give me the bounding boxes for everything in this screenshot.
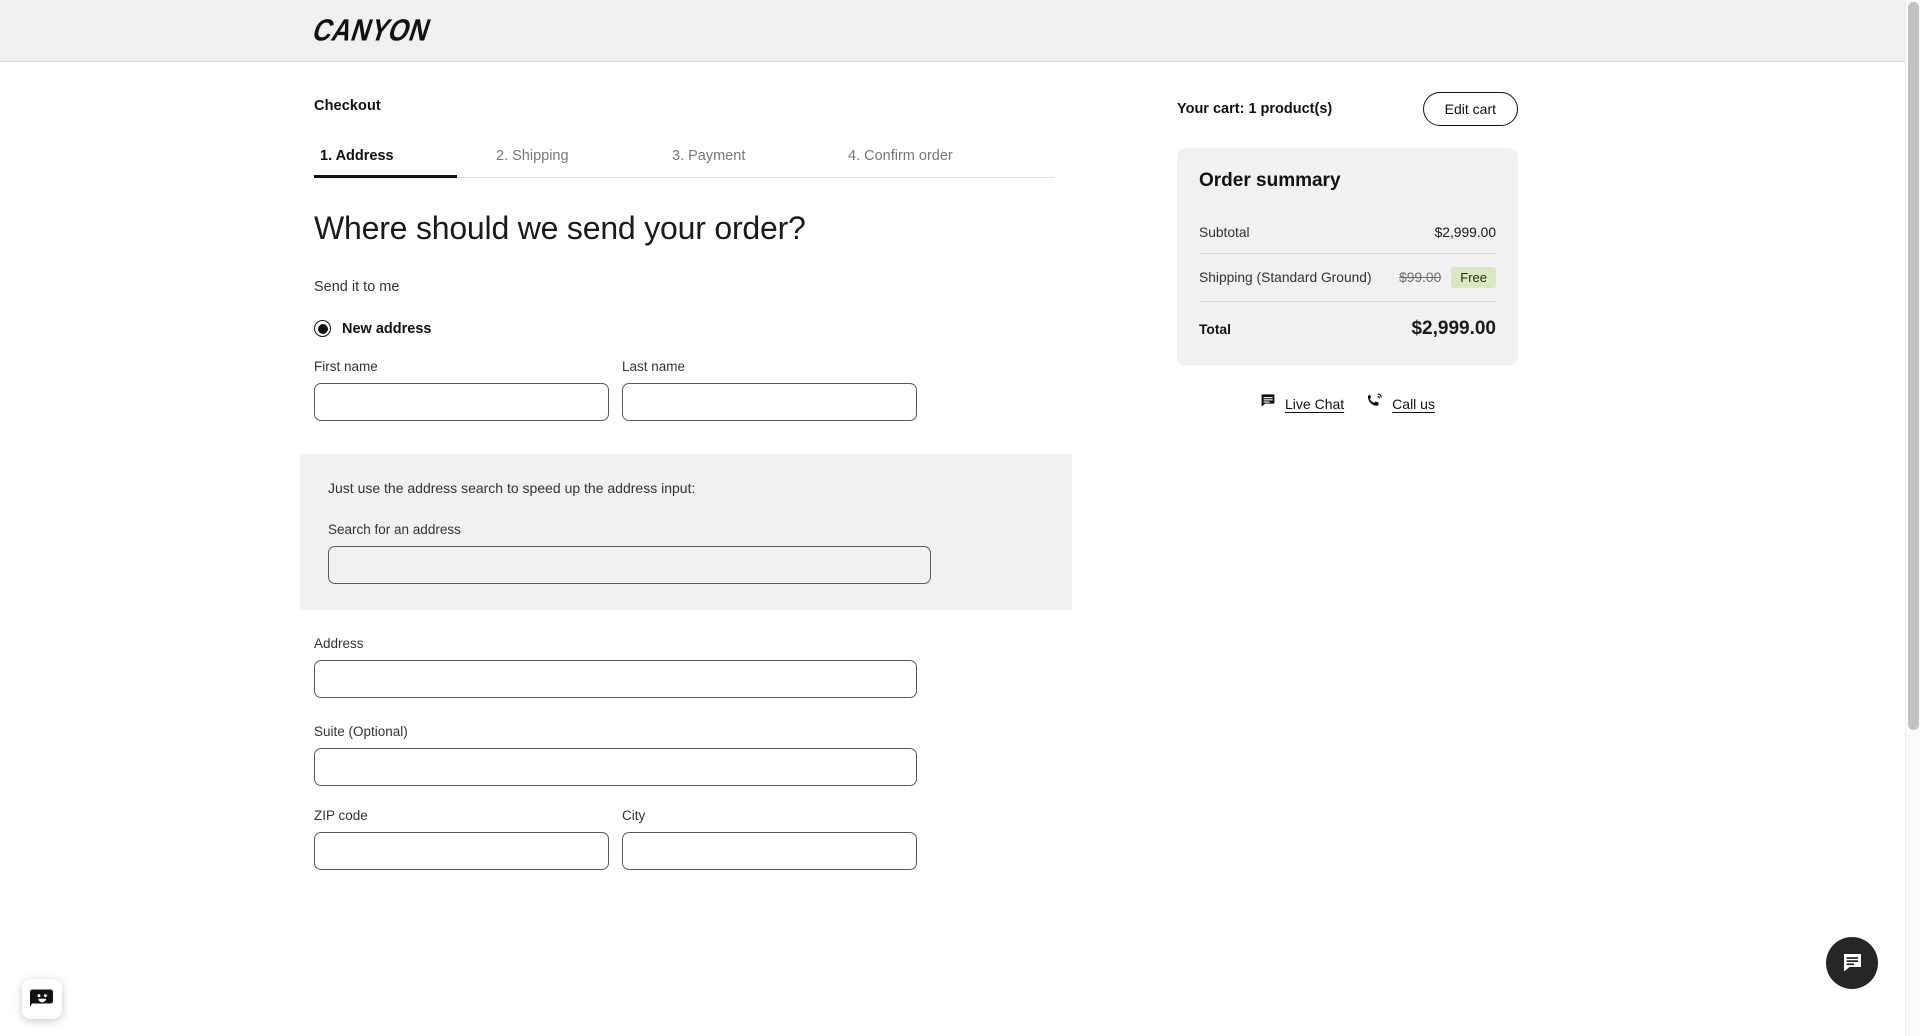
order-summary-column: Your cart: 1 product(s) Edit cart Order … [1177,62,1595,414]
suite-label: Suite (Optional) [314,724,408,739]
chat-fab-button[interactable] [1826,937,1878,989]
shipping-label: Shipping (Standard Ground) [1199,270,1372,285]
address-field-group: Address [314,636,917,698]
chat-bubble-icon [1260,393,1276,414]
zip-field-group: ZIP code [314,808,609,870]
phone-icon [1366,393,1383,414]
summary-row-shipping: Shipping (Standard Ground) $99.00 Free [1199,253,1496,301]
subtotal-value: $2,999.00 [1434,225,1496,240]
shipping-free-badge: Free [1451,267,1496,288]
cart-bar: Your cart: 1 product(s) Edit cart [1177,92,1518,126]
suite-field-group: Suite (Optional) [314,724,917,786]
city-input[interactable] [622,832,917,870]
tab-confirm-order[interactable]: 4. Confirm order [842,147,1018,177]
zip-city-row: ZIP code City [314,808,1054,870]
last-name-label: Last name [622,359,686,374]
call-us-link[interactable]: Call us [1366,393,1435,414]
zip-input[interactable] [314,832,609,870]
address-search-note: Just use the address search to speed up … [328,480,696,496]
live-chat-link[interactable]: Live Chat [1260,393,1344,414]
tab-shipping[interactable]: 2. Shipping [490,147,666,177]
tab-payment[interactable]: 3. Payment [666,147,842,177]
site-header: CANYON [0,0,1920,62]
smiley-chat-icon [30,989,53,1007]
radio-selected-icon [314,320,331,337]
call-us-label: Call us [1392,395,1435,412]
suite-input[interactable] [314,748,917,786]
shipping-original-price: $99.00 [1399,270,1442,285]
edit-cart-button[interactable]: Edit cart [1422,92,1518,126]
cart-count-label: Your cart: 1 product(s) [1177,101,1333,117]
last-name-input[interactable] [622,383,917,421]
checkout-form-column: Checkout 1. Address 2. Shipping 3. Payme… [300,62,1072,870]
address-search-field-group: Search for an address [328,522,931,584]
canyon-logo[interactable]: CANYON [308,12,435,49]
chat-assistant-button[interactable] [22,979,62,1019]
address-label: Address [314,636,364,651]
section-headline: Where should we send your order? [314,210,806,246]
summary-row-total: Total $2,999.00 [1199,301,1496,342]
summary-row-subtotal: Subtotal $2,999.00 [1199,212,1496,253]
last-name-field-group: Last name [622,359,917,421]
city-field-group: City [622,808,917,870]
total-label: Total [1199,321,1231,337]
address-search-input[interactable] [328,546,931,584]
shipping-price-group: $99.00 Free [1399,267,1496,288]
order-summary-card: Order summary Subtotal $2,999.00 Shippin… [1177,148,1518,366]
checkout-page: Checkout 1. Address 2. Shipping 3. Payme… [0,62,1920,1036]
address-search-label: Search for an address [328,522,461,537]
radio-new-address-label: New address [342,320,432,337]
city-label: City [622,808,646,823]
address-input[interactable] [314,660,917,698]
live-chat-label: Live Chat [1285,395,1345,412]
send-it-to-me-label: Send it to me [314,279,400,295]
address-search-panel: Just use the address search to speed up … [300,454,1072,610]
scrollbar-thumb[interactable] [1908,2,1919,730]
chat-bubble-fab-icon [1843,954,1861,972]
radio-new-address[interactable]: New address [314,320,431,337]
subtotal-label: Subtotal [1199,225,1250,240]
tab-address[interactable]: 1. Address [314,147,490,178]
page-title: Checkout [314,98,381,114]
page-scrollbar[interactable] [1905,0,1920,1036]
name-fields-row: First name Last name [314,359,1054,421]
first-name-field-group: First name [314,359,609,421]
first-name-label: First name [314,359,378,374]
order-summary-title: Order summary [1199,170,1341,191]
total-value: $2,999.00 [1411,318,1496,339]
zip-label: ZIP code [314,808,368,823]
first-name-input[interactable] [314,383,609,421]
support-links: Live Chat Call us [1177,393,1518,414]
checkout-steps: 1. Address 2. Shipping 3. Payment 4. Con… [314,147,1054,178]
